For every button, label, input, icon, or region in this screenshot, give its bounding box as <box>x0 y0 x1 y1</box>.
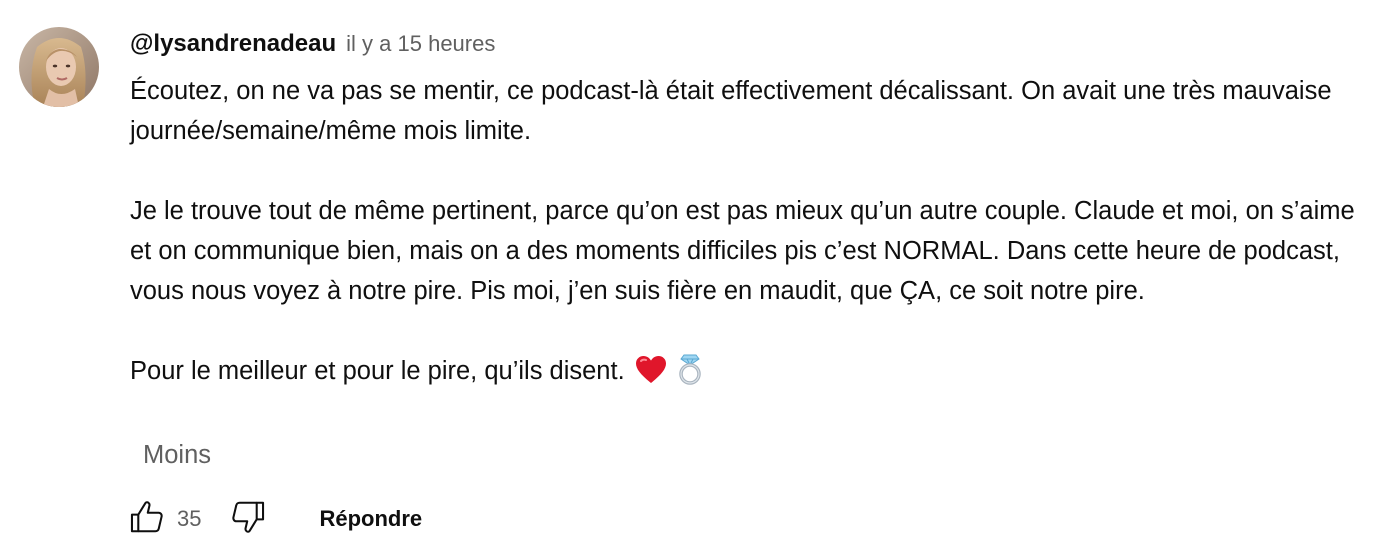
comment-paragraph: Écoutez, on ne va pas se mentir, ce podc… <box>130 77 1332 145</box>
comment-thread: @lysandrenadeau il y a 15 heures Écoutez… <box>0 0 1398 556</box>
comment-timestamp[interactable]: il y a 15 heures <box>346 31 495 57</box>
thumbs-up-icon <box>128 498 166 541</box>
comment-paragraph: Je le trouve tout de même pertinent, par… <box>130 197 1355 305</box>
ring-icon <box>677 351 703 397</box>
comment-header: @lysandrenadeau il y a 15 heures <box>130 30 1370 62</box>
comment-paragraph-last: Pour le meilleur et pour le pire, qu’ils… <box>130 351 1370 397</box>
avatar-image <box>19 27 99 107</box>
comment-body: @lysandrenadeau il y a 15 heures Écoutez… <box>130 30 1370 397</box>
dislike-button[interactable] <box>227 498 269 540</box>
author-name[interactable]: @lysandrenadeau <box>130 30 336 58</box>
thumbs-down-icon <box>229 498 267 541</box>
like-button[interactable] <box>126 498 168 540</box>
comment-actions: 35 Répondre <box>126 496 422 542</box>
avatar[interactable] <box>19 27 99 107</box>
show-less-button[interactable]: Moins <box>143 441 211 470</box>
comment-text: Écoutez, on ne va pas se mentir, ce podc… <box>130 71 1370 397</box>
comment-paragraph-text: Pour le meilleur et pour le pire, qu’ils… <box>130 357 625 385</box>
red-heart-icon <box>635 355 667 397</box>
like-count: 35 <box>177 506 202 531</box>
reply-button[interactable]: Répondre <box>319 506 422 532</box>
